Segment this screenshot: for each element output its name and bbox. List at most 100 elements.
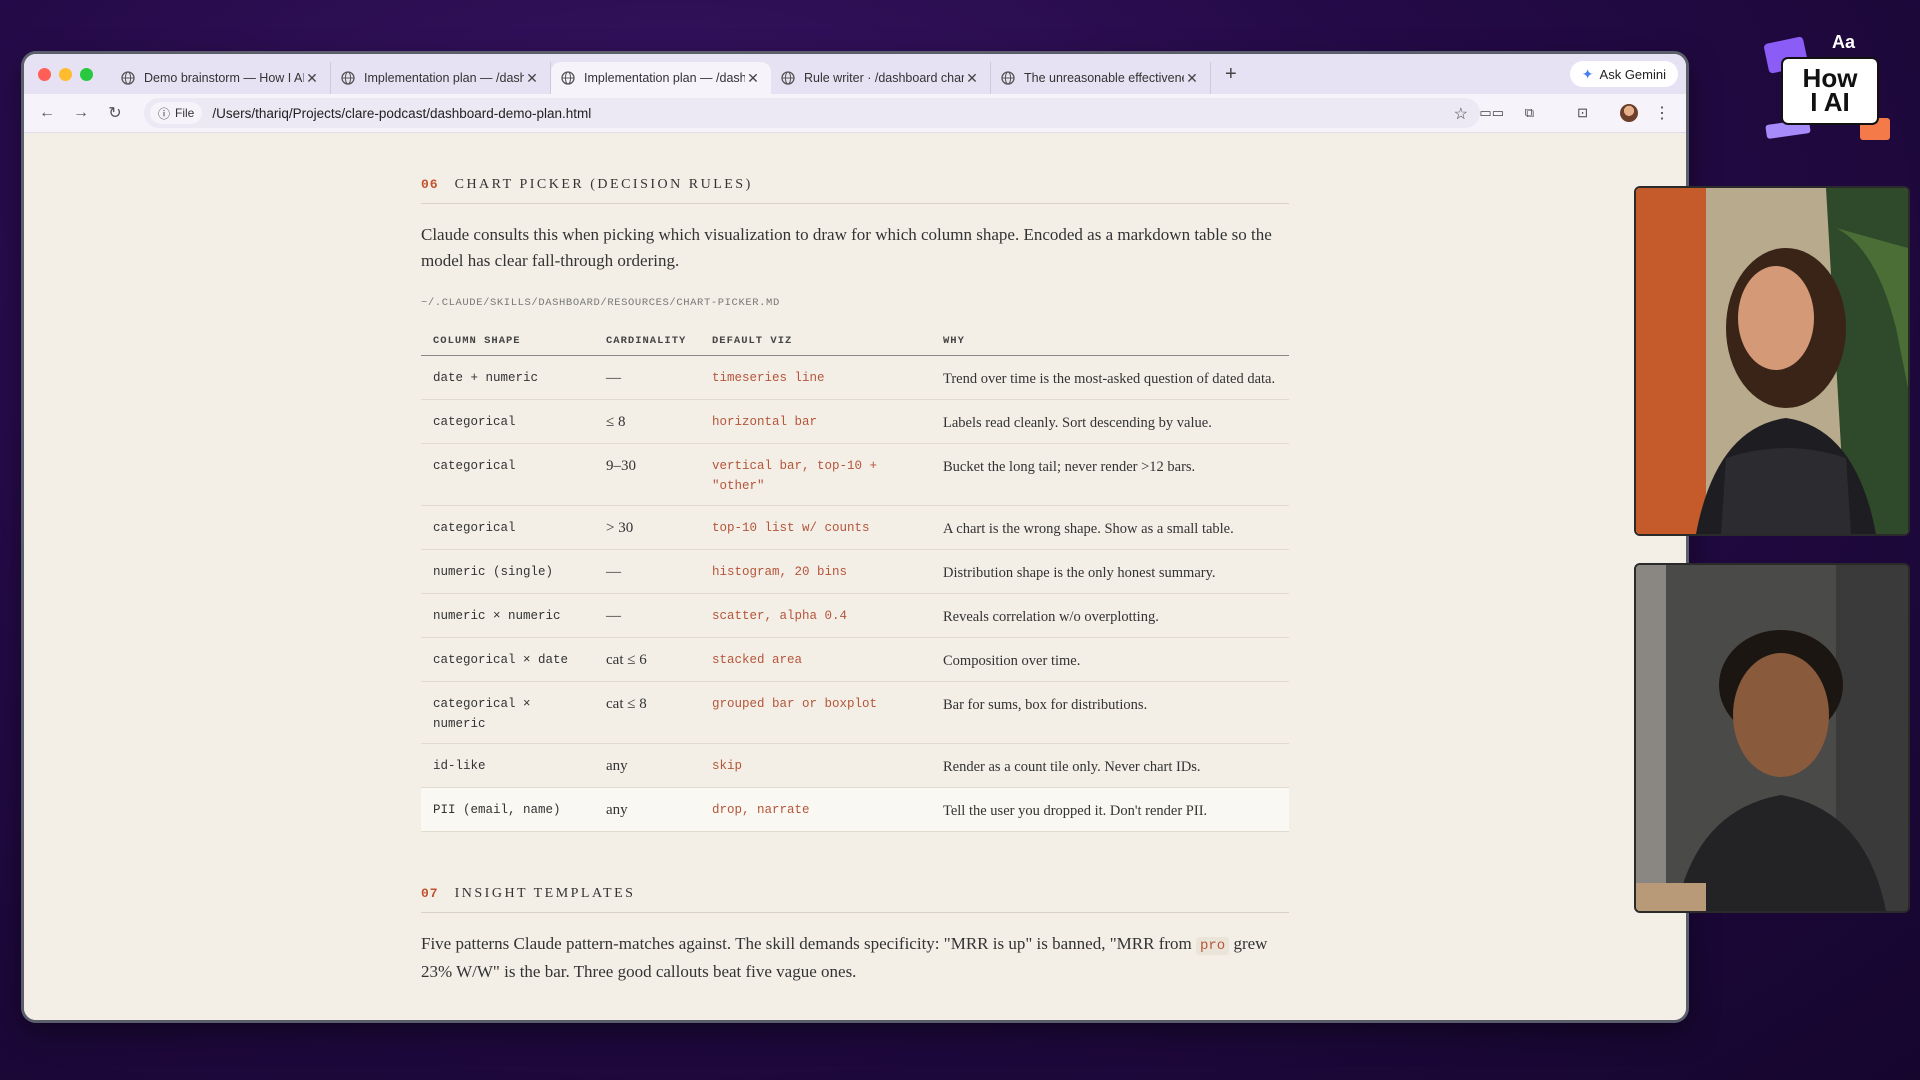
logo-line-2: I AI <box>1810 87 1850 117</box>
section-number: 07 <box>421 886 439 901</box>
cell-viz: stacked area <box>700 637 931 682</box>
address-bar[interactable]: ⓘ File /Users/thariq/Projects/clare-podc… <box>144 98 1480 128</box>
maximize-window-button[interactable] <box>80 67 93 81</box>
new-tab-button[interactable]: + <box>1225 63 1237 86</box>
intro-text-a: Five patterns Claude pattern-matches aga… <box>421 934 1196 953</box>
cell-cardinality: — <box>594 549 700 594</box>
menu-dots-icon[interactable]: ⋮ <box>1654 103 1670 123</box>
tab-unreasonable-effectiveness[interactable]: The unreasonable effectiveness ✕ <box>991 62 1211 94</box>
cell-shape: numeric × numeric <box>421 593 594 638</box>
tab-rule-writer[interactable]: Rule writer · /dashboard chart ✕ <box>771 62 991 94</box>
section-intro: Claude consults this when picking which … <box>421 225 1272 270</box>
cell-cardinality: ≤ 8 <box>594 399 700 444</box>
cell-viz: skip <box>700 743 931 788</box>
section-heading: 07 INSIGHT TEMPLATES <box>421 886 1289 913</box>
close-window-button[interactable] <box>38 67 51 81</box>
cell-why: Render as a count tile only. Never chart… <box>931 743 1289 788</box>
cell-why: A chart is the wrong shape. Show as a sm… <box>931 505 1289 550</box>
cell-cardinality: > 30 <box>594 505 700 550</box>
cell-shape: categorical <box>421 399 594 444</box>
globe-icon <box>561 71 575 85</box>
col-header-viz: DEFAULT VIZ <box>700 335 931 356</box>
col-header-shape: COLUMN SHAPE <box>421 335 594 356</box>
cell-viz: timeseries line <box>700 355 931 400</box>
close-icon[interactable]: ✕ <box>964 70 980 87</box>
cell-shape: id-like <box>421 743 594 788</box>
cell-viz: horizontal bar <box>700 399 931 444</box>
inline-code: pro <box>1196 937 1230 955</box>
tab-label: Rule writer · /dashboard chart <box>804 71 964 85</box>
reading-mode-icon[interactable]: ▭▭ <box>1479 105 1504 121</box>
close-icon[interactable]: ✕ <box>524 70 540 87</box>
table-row: categorical 9–30 vertical bar, top-10 + … <box>421 443 1289 506</box>
cell-shape: categorical × date <box>421 637 594 682</box>
tab-label: Demo brainstorm — How I AI <box>144 71 304 85</box>
webcam-guest <box>1634 563 1910 913</box>
back-arrow-icon[interactable]: ← <box>30 104 64 122</box>
cell-why: Reveals correlation w/o overplotting. <box>931 593 1289 638</box>
globe-icon <box>121 71 135 85</box>
close-icon[interactable]: ✕ <box>304 70 320 87</box>
webcam-host <box>1634 186 1910 536</box>
cell-shape: categorical <box>421 443 594 506</box>
cell-viz: histogram, 20 bins <box>700 549 931 594</box>
close-icon[interactable]: ✕ <box>1184 70 1200 87</box>
globe-icon <box>781 71 795 85</box>
table-row: categorical × numeric cat ≤ 8 grouped ba… <box>421 681 1289 744</box>
window-controls <box>38 67 93 81</box>
table-row: categorical > 30 top-10 list w/ counts A… <box>421 505 1289 550</box>
tab-implementation-plan-1[interactable]: Implementation plan — /dashboard ✕ <box>331 62 551 94</box>
extensions-icon[interactable]: ⧉ <box>1525 105 1534 121</box>
section-number: 06 <box>421 177 439 192</box>
cell-viz: drop, narrate <box>700 787 931 832</box>
tab-bar: Demo brainstorm — How I AI ✕ Implementat… <box>24 54 1686 94</box>
table-row: categorical × date cat ≤ 6 stacked area … <box>421 637 1289 682</box>
logo-wordmark: How I AI <box>1782 65 1878 117</box>
cell-why: Labels read cleanly. Sort descending by … <box>931 399 1289 444</box>
tab-label: Implementation plan — /dashboard <box>584 71 745 85</box>
logo-corner-text: Aa <box>1832 32 1856 52</box>
file-label: File <box>175 106 195 120</box>
forward-arrow-icon[interactable]: → <box>64 104 98 122</box>
tab-search-icon[interactable]: ⊡ <box>1577 105 1588 121</box>
minimize-window-button[interactable] <box>59 67 72 81</box>
section-intro: Five patterns Claude pattern-matches aga… <box>421 931 1289 985</box>
how-i-ai-logo: Aa How I AI <box>1760 30 1900 150</box>
browser-window: Demo brainstorm — How I AI ✕ Implementat… <box>24 54 1686 1020</box>
cell-cardinality: any <box>594 743 700 788</box>
cell-why: Tell the user you dropped it. Don't rend… <box>931 787 1289 832</box>
cell-why: Distribution shape is the only honest su… <box>931 549 1289 594</box>
table-header-row: COLUMN SHAPE CARDINALITY DEFAULT VIZ WHY <box>421 335 1289 356</box>
cell-shape: date + numeric <box>421 355 594 400</box>
cell-cardinality: any <box>594 787 700 832</box>
reload-icon[interactable]: ↻ <box>98 103 132 123</box>
section-heading: 06 CHART PICKER (DECISION RULES) <box>421 177 1289 204</box>
col-header-why: WHY <box>931 335 1289 356</box>
info-icon: ⓘ <box>158 106 171 121</box>
cell-shape: PII (email, name) <box>421 787 594 832</box>
tab-demo-brainstorm[interactable]: Demo brainstorm — How I AI ✕ <box>111 62 331 94</box>
section-chart-picker: 06 CHART PICKER (DECISION RULES) Claude … <box>421 133 1289 985</box>
table-row: numeric (single) — histogram, 20 bins Di… <box>421 549 1289 594</box>
table-row: PII (email, name) any drop, narrate Tell… <box>421 787 1289 832</box>
cell-shape: categorical <box>421 505 594 550</box>
bookmark-star-icon[interactable]: ☆ <box>1454 104 1468 124</box>
ask-gemini-button[interactable]: ✦ Ask Gemini <box>1569 61 1678 87</box>
guest-video-frame <box>1636 565 1908 911</box>
cell-why: Composition over time. <box>931 637 1289 682</box>
page-content: 06 CHART PICKER (DECISION RULES) Claude … <box>24 133 1686 1020</box>
sparkle-icon: ✦ <box>1581 65 1594 82</box>
cell-cardinality: 9–30 <box>594 443 700 506</box>
site-info-chip[interactable]: ⓘ File <box>150 102 203 124</box>
profile-avatar[interactable] <box>1620 104 1638 122</box>
tab-implementation-plan-active[interactable]: Implementation plan — /dashboard ✕ <box>551 62 771 94</box>
close-icon[interactable]: ✕ <box>745 70 761 87</box>
cell-why: Trend over time is the most-asked questi… <box>931 355 1289 400</box>
globe-icon <box>1001 71 1015 85</box>
cell-cardinality: — <box>594 355 700 400</box>
tab-label: Implementation plan — /dashboard <box>364 71 524 85</box>
url-text[interactable]: /Users/thariq/Projects/clare-podcast/das… <box>212 106 591 121</box>
cell-cardinality: — <box>594 593 700 638</box>
col-header-cardinality: CARDINALITY <box>594 335 700 356</box>
globe-icon <box>341 71 355 85</box>
